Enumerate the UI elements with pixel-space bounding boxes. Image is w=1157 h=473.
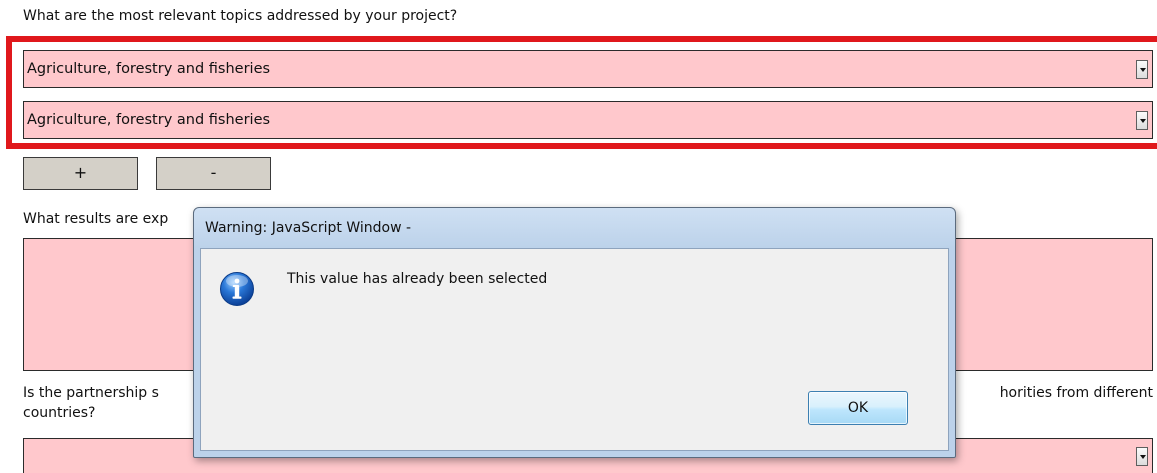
dropdown-arrow-icon[interactable]	[1136, 447, 1148, 466]
form-page: What are the most relevant topics addres…	[0, 0, 1157, 473]
ok-button[interactable]: OK	[808, 391, 908, 425]
question-results-label: What results are exp	[23, 211, 169, 227]
question-partnership-right: horities from different	[999, 385, 1153, 401]
dropdown-arrow-icon[interactable]	[1136, 111, 1148, 130]
dropdown-arrow-icon[interactable]	[1136, 60, 1148, 79]
dialog-title: Warning: JavaScript Window -	[205, 220, 412, 236]
dialog-titlebar[interactable]: Warning: JavaScript Window -	[194, 208, 955, 248]
topic-select-2-value: Agriculture, forestry and fisheries	[27, 112, 271, 128]
remove-topic-button[interactable]: -	[156, 157, 271, 190]
dialog-message: This value has already been selected	[287, 271, 548, 287]
javascript-warning-dialog: Warning: JavaScript Window - This value …	[193, 207, 956, 458]
topic-select-1[interactable]: Agriculture, forestry and fisheries	[23, 50, 1153, 88]
topic-select-2[interactable]: Agriculture, forestry and fisheries	[23, 101, 1153, 139]
topic-select-1-value: Agriculture, forestry and fisheries	[27, 61, 271, 77]
dialog-body: This value has already been selected OK	[200, 248, 949, 451]
question-partnership-left: Is the partnership s	[23, 385, 159, 401]
info-icon	[220, 272, 254, 306]
add-topic-button[interactable]: +	[23, 157, 138, 190]
question-topics-label: What are the most relevant topics addres…	[23, 8, 458, 24]
